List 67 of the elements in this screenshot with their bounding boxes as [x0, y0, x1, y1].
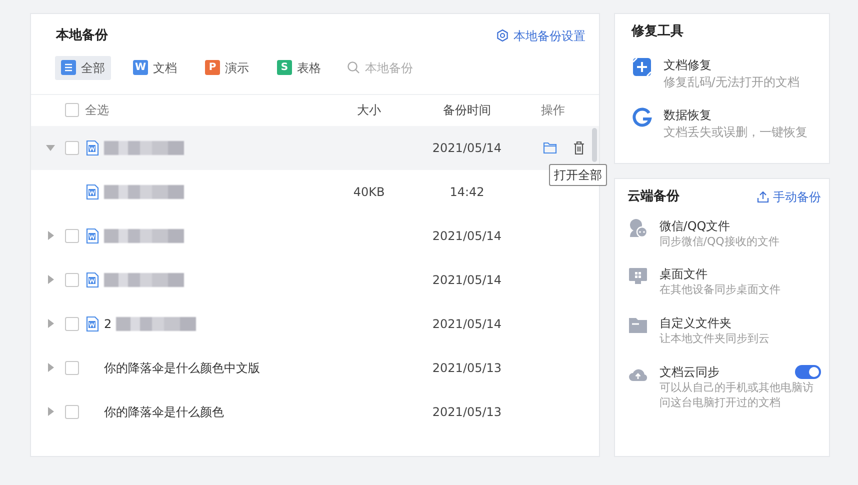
settings-icon	[496, 29, 510, 42]
filter-tab[interactable]: W 文档	[127, 56, 183, 80]
file-type-icon: W	[133, 60, 148, 75]
backup-time: 14:42	[448, 184, 486, 200]
file-name: 你的降落伞是什么颜色	[104, 404, 224, 420]
file-name: 你的降落伞是什么颜色中文版	[104, 360, 260, 376]
scrollbar	[592, 128, 598, 162]
item-description: 修复乱码/无法打开的文档	[663, 74, 800, 90]
filter-tab[interactable]: P 演示	[199, 56, 255, 80]
file-type-icon: P	[205, 60, 220, 75]
tooltip: 打开全部	[549, 164, 607, 186]
folder-icon	[543, 140, 557, 154]
item-description: 可以从自己的手机或其他电脑访问这台电脑打开过的文档	[659, 381, 814, 411]
repair-icon	[631, 56, 654, 78]
panel-title: 云端备份	[627, 188, 680, 206]
select-all-checkbox[interactable]	[65, 103, 79, 117]
column-header: 大小	[356, 102, 382, 119]
panel-title: 修复工具	[631, 23, 684, 41]
backup-time: 2021/05/14	[431, 228, 503, 244]
row-checkbox[interactable]	[65, 404, 79, 418]
chat-icon	[627, 216, 650, 238]
search-icon	[347, 61, 360, 74]
row-checkbox[interactable]	[65, 316, 79, 330]
caret-right-icon[interactable]	[46, 231, 54, 240]
recover-icon	[631, 106, 654, 128]
row-checkbox[interactable]	[65, 272, 79, 286]
item-title[interactable]: 微信/QQ文件	[659, 216, 730, 234]
item-title[interactable]: 数据恢复	[663, 106, 712, 124]
item-description: 让本地文件夹同步到云	[659, 332, 770, 348]
item-title[interactable]: 桌面文件	[659, 265, 708, 284]
filter-tab[interactable]: S 表格	[271, 56, 327, 80]
file-size: 40KB	[352, 184, 386, 200]
caret-right-icon[interactable]	[46, 407, 54, 416]
row-checkbox[interactable]	[65, 140, 79, 154]
delete-button[interactable]	[573, 140, 585, 154]
settings-link[interactable]: 本地备份设置	[496, 26, 586, 45]
backup-time: 2021/05/14	[431, 140, 503, 156]
item-description: 在其他设备同步桌面文件	[659, 283, 782, 298]
backup-time: 2021/05/13	[431, 360, 503, 376]
backup-time: 2021/05/13	[431, 404, 503, 420]
panel-title: 本地备份	[56, 27, 108, 45]
caret-right-icon[interactable]	[46, 275, 54, 284]
list-icon	[61, 60, 76, 75]
file-name: 2	[104, 316, 112, 332]
row-checkbox[interactable]	[65, 360, 79, 374]
open-folder-button[interactable]	[543, 140, 557, 154]
row-checkbox[interactable]	[65, 228, 79, 242]
item-description: 文档丢失或误删，一键恢复	[663, 124, 808, 140]
backup-time: 2021/05/14	[431, 272, 503, 288]
manual-backup-link[interactable]: 手动备份	[757, 188, 821, 206]
backup-time: 2021/05/14	[431, 316, 503, 332]
filter-tab[interactable]: 全部	[55, 56, 111, 80]
trash-icon	[573, 140, 585, 154]
item-title[interactable]: 文档云同步	[659, 363, 720, 382]
caret-right-icon[interactable]	[46, 319, 54, 328]
upload-icon	[757, 190, 769, 203]
column-header: 备份时间	[442, 102, 492, 119]
caret-down-icon[interactable]	[46, 143, 54, 152]
column-header: 操作	[541, 102, 565, 119]
search-field[interactable]: 本地备份	[347, 58, 445, 76]
file-type-icon: S	[277, 60, 292, 75]
item-description: 同步微信/QQ接收的文件	[659, 234, 780, 250]
item-title[interactable]: 自定义文件夹	[659, 314, 732, 332]
toggle-switch[interactable]	[795, 365, 821, 380]
item-title[interactable]: 文档修复	[663, 56, 712, 74]
column-header: 全选	[85, 102, 109, 119]
caret-right-icon[interactable]	[46, 363, 54, 372]
